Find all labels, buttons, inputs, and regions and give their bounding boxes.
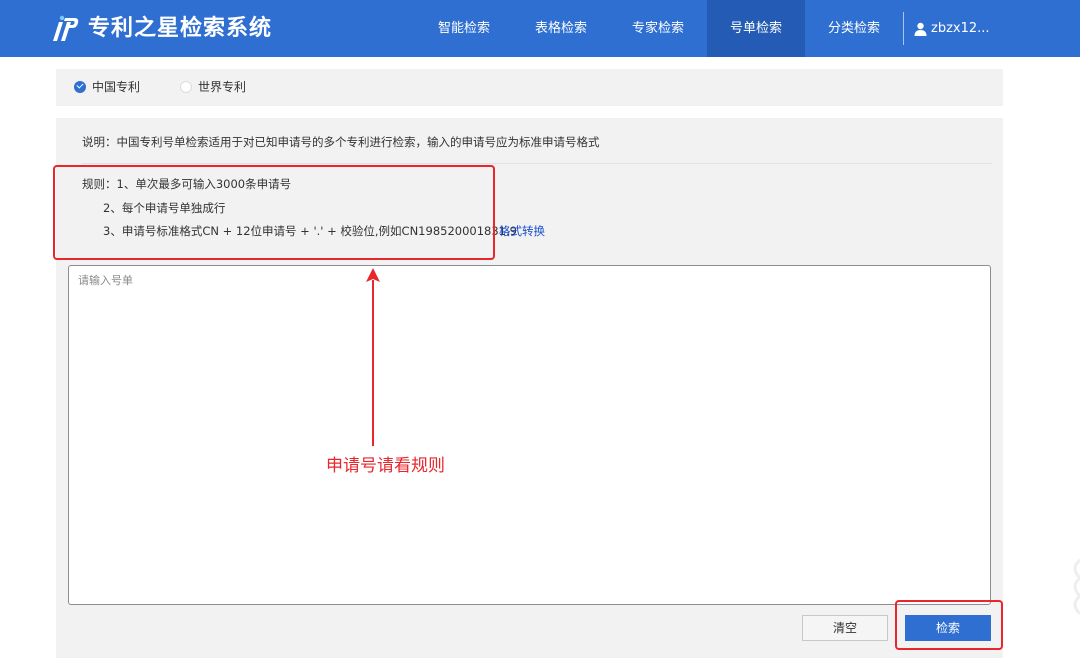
radio-label: 世界专利 bbox=[198, 80, 247, 94]
rules-highlight-box bbox=[53, 165, 495, 260]
radio-label: 中国专利 bbox=[92, 80, 141, 94]
user-icon bbox=[914, 22, 927, 36]
nav-table-search[interactable]: 表格检索 bbox=[521, 0, 601, 57]
radio-unchecked-icon bbox=[180, 80, 192, 93]
top-header: 专利之星检索系统 智能检索 表格检索 专家检索 号单检索 分类检索 zbzx12… bbox=[0, 0, 1080, 57]
edge-decoration-icon bbox=[1073, 558, 1080, 616]
clear-button[interactable]: 清空 bbox=[802, 615, 888, 641]
nav-expert-search[interactable]: 专家检索 bbox=[618, 0, 698, 57]
radio-checked-icon bbox=[74, 80, 86, 93]
nav-number-list-search[interactable]: 号单检索 bbox=[707, 0, 805, 57]
nav-smart-search[interactable]: 智能检索 bbox=[424, 0, 504, 57]
nav-divider bbox=[903, 12, 904, 45]
divider bbox=[82, 163, 992, 164]
description-text: 说明：中国专利号单检索适用于对已知申请号的多个专利进行检索，输入的申请号应为标准… bbox=[82, 135, 600, 149]
search-button-highlight-box bbox=[895, 600, 1003, 650]
annotation-note: 申请号请看规则 bbox=[326, 456, 445, 476]
radio-china-patent[interactable]: 中国专利 bbox=[74, 69, 140, 106]
radio-world-patent[interactable]: 世界专利 bbox=[180, 69, 246, 106]
number-list-input[interactable] bbox=[68, 265, 991, 605]
database-selector: 中国专利 世界专利 bbox=[56, 69, 1003, 106]
app-logo-icon bbox=[53, 15, 79, 41]
arrow-up-icon bbox=[366, 268, 380, 446]
user-menu[interactable]: zbzx12... bbox=[914, 0, 990, 57]
nav-classification-search[interactable]: 分类检索 bbox=[814, 0, 894, 57]
username: zbzx12... bbox=[931, 21, 990, 36]
format-convert-link[interactable]: 格式转换 bbox=[499, 222, 545, 240]
app-title: 专利之星检索系统 bbox=[88, 16, 273, 41]
